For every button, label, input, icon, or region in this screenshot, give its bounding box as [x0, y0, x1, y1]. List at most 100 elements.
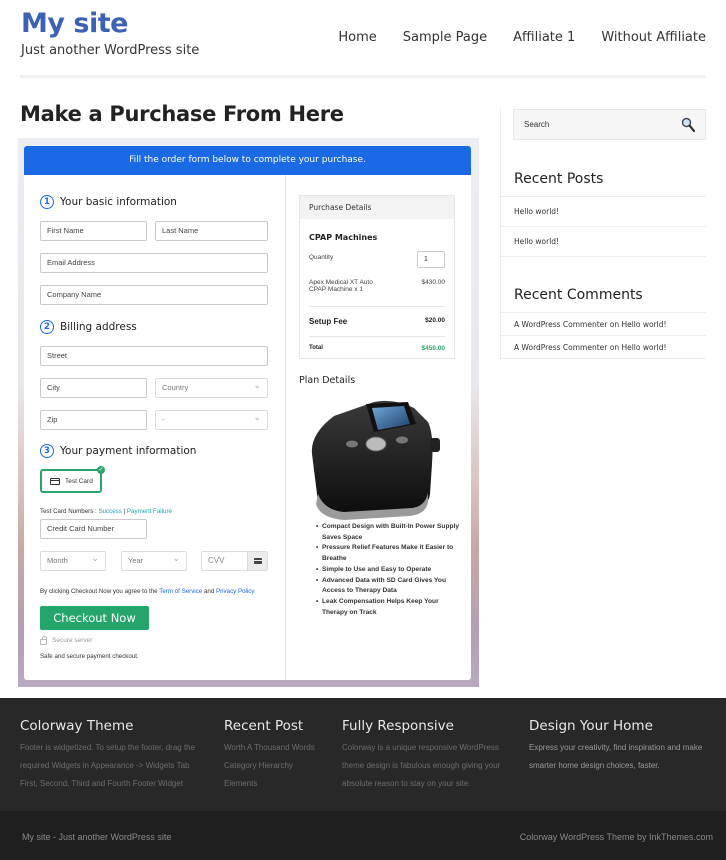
footer-col-text: Express your creativity, find inspiratio…: [529, 739, 702, 775]
footer-col-design-home: Design Your Home Express your creativity…: [529, 718, 702, 775]
city-input[interactable]: City: [40, 378, 147, 398]
nav-item-home[interactable]: Home: [338, 30, 376, 45]
privacy-policy-link[interactable]: Privacy Policy: [216, 588, 255, 595]
email-input[interactable]: Email Address: [40, 253, 268, 273]
product-group-label: CPAP Machines: [309, 233, 378, 242]
divider: [309, 306, 445, 307]
site-tagline: Just another WordPress site: [21, 43, 200, 58]
test-card-label: Test Card: [65, 477, 93, 485]
footer-line: theme design is fabulous enough giving y…: [342, 761, 501, 770]
footer-col-colorway: Colorway Theme Footer is widgetized. To …: [20, 718, 195, 793]
last-name-input[interactable]: Last Name: [155, 221, 268, 241]
recent-comment-link[interactable]: A WordPress Commenter on Hello world!: [500, 312, 706, 335]
quantity-label: Quantity: [309, 254, 334, 261]
state-select[interactable]: -: [155, 408, 268, 430]
terms-of-service-link[interactable]: Term of Service: [159, 588, 202, 595]
main-nav: Home Sample Page Affiliate 1 Without Aff…: [312, 30, 706, 45]
item-price: $430.00: [421, 279, 446, 286]
month-select[interactable]: Month: [40, 549, 106, 571]
setup-fee-price: $20.00: [425, 317, 445, 324]
purchase-details-box: Purchase Details CPAP Machines Quantity …: [299, 195, 455, 359]
footer-post-link[interactable]: Elements: [224, 779, 257, 788]
item-row: Apex Medical XT Auto CPAP Machine x 1 $43…: [309, 279, 445, 293]
nav-item-sample-page[interactable]: Sample Page: [403, 30, 487, 45]
footer-col-text: Footer is widgetized. To setup the foote…: [20, 739, 195, 793]
section-basic-info-label: Your basic information: [60, 196, 177, 208]
checkout-now-button[interactable]: Checkout Now: [40, 606, 149, 630]
cvv-input[interactable]: CVV: [201, 551, 268, 571]
column-divider: [285, 175, 286, 680]
widget-divider: [500, 256, 706, 257]
quantity-input[interactable]: 1: [417, 251, 445, 268]
footer-line: absolute reason to stay on your site.: [342, 779, 471, 788]
search-placeholder: Search: [524, 120, 550, 129]
footer-theme-credit-link[interactable]: Colorway WordPress Theme by InkThemes.co…: [520, 832, 713, 842]
first-name-input[interactable]: First Name: [40, 221, 147, 241]
card-number-input[interactable]: Credit Card Number: [40, 519, 147, 539]
footer-col-title: Colorway Theme: [20, 718, 134, 734]
lock-icon: [40, 636, 47, 645]
nav-item-without-affiliate[interactable]: Without Affiliate: [601, 30, 706, 45]
cpap-machine-image: [311, 400, 440, 520]
country-select[interactable]: Country: [155, 376, 268, 398]
section-payment-label: Your payment information: [60, 445, 197, 457]
checkout-form-card: Fill the order form below to complete yo…: [24, 146, 471, 680]
footer-col-recent-post: Recent Post Worth A Thousand Words Catego…: [224, 718, 315, 793]
street-input[interactable]: Street: [40, 346, 268, 366]
footer-line: Express your creativity, find inspiratio…: [529, 743, 703, 752]
purchase-details-header: Purchase Details: [300, 196, 454, 219]
feature-item: Simple to Use and Easy to Operate: [316, 565, 466, 576]
form-banner: Fill the order form below to complete yo…: [24, 146, 471, 175]
divider: [309, 336, 445, 337]
section-billing-label: Billing address: [60, 321, 137, 333]
secure-server: Secure server: [40, 636, 92, 645]
footer-col-title: Recent Post: [224, 718, 304, 734]
widget-divider: [500, 358, 706, 359]
step-2-icon: 2: [40, 320, 54, 334]
footer-site-credit: My site - Just another WordPress site: [22, 832, 172, 842]
feature-item: Pressure Relief Features Make it Easier …: [316, 543, 466, 564]
recent-post-link[interactable]: Hello world!: [500, 226, 706, 256]
secure-server-label: Secure server: [52, 637, 93, 644]
company-input[interactable]: Company Name: [40, 285, 268, 305]
footer-col-responsive: Fully Responsive Colorway is a unique re…: [342, 718, 500, 793]
footer-col-links: Worth A Thousand Words Category Hierarchy…: [224, 739, 315, 793]
footer-col-title: Fully Responsive: [342, 718, 454, 734]
test-card-option[interactable]: Test Card ✓: [40, 466, 105, 493]
recent-comments-title: Recent Comments: [514, 287, 643, 303]
footer-line: Colorway is a unique responsive WordPres…: [342, 743, 499, 752]
page-title: Make a Purchase From Here: [20, 102, 344, 126]
feature-item: Leak Compensation Helps Keep Your Therap…: [316, 597, 466, 618]
setup-fee-label: Setup Fee: [309, 317, 348, 326]
cvv-card-icon: [247, 552, 267, 570]
zip-input[interactable]: Zip: [40, 410, 147, 430]
secure-note: Safe and secure payment checkout.: [40, 653, 139, 660]
search-icon[interactable]: [681, 117, 695, 133]
footer-line: First, Second, Third and Fourth Footer W…: [20, 779, 184, 788]
total-label: Total: [309, 345, 323, 351]
payment-failure-link[interactable]: Payment Failure: [127, 508, 172, 515]
plan-features-list: Compact Design with Built-In Power Suppl…: [316, 522, 466, 618]
step-1-icon: 1: [40, 195, 54, 209]
total-price: $450.00: [421, 345, 446, 352]
recent-comment-link[interactable]: A WordPress Commenter on Hello world!: [500, 335, 706, 358]
recent-post-link[interactable]: Hello world!: [500, 196, 706, 226]
footer-col-title: Design Your Home: [529, 718, 653, 734]
search-input[interactable]: Search: [513, 109, 706, 140]
footer-post-link[interactable]: Worth A Thousand Words: [224, 743, 315, 752]
nav-item-affiliate-1[interactable]: Affiliate 1: [513, 30, 575, 45]
footer-col-text: Colorway is a unique responsive WordPres…: [342, 739, 500, 793]
section-billing: 2 Billing address: [40, 320, 137, 334]
footer-post-link[interactable]: Category Hierarchy: [224, 761, 293, 770]
sub-footer: My site - Just another WordPress site Co…: [0, 811, 726, 860]
year-select[interactable]: Year: [121, 549, 187, 571]
cvv-placeholder: CVV: [208, 556, 225, 565]
credit-card-icon: [50, 477, 60, 485]
feature-item: Compact Design with Built-In Power Suppl…: [316, 522, 466, 543]
footer: Colorway Theme Footer is widgetized. To …: [0, 698, 726, 811]
site-header: My site Just another WordPress site Home…: [0, 0, 726, 80]
setup-fee-row: Setup Fee $20.00: [309, 317, 445, 326]
terms-prefix: By clicking Checkout Now you agree to th…: [40, 588, 160, 595]
success-link[interactable]: Success: [98, 508, 121, 515]
site-title-link[interactable]: My site: [21, 8, 128, 39]
